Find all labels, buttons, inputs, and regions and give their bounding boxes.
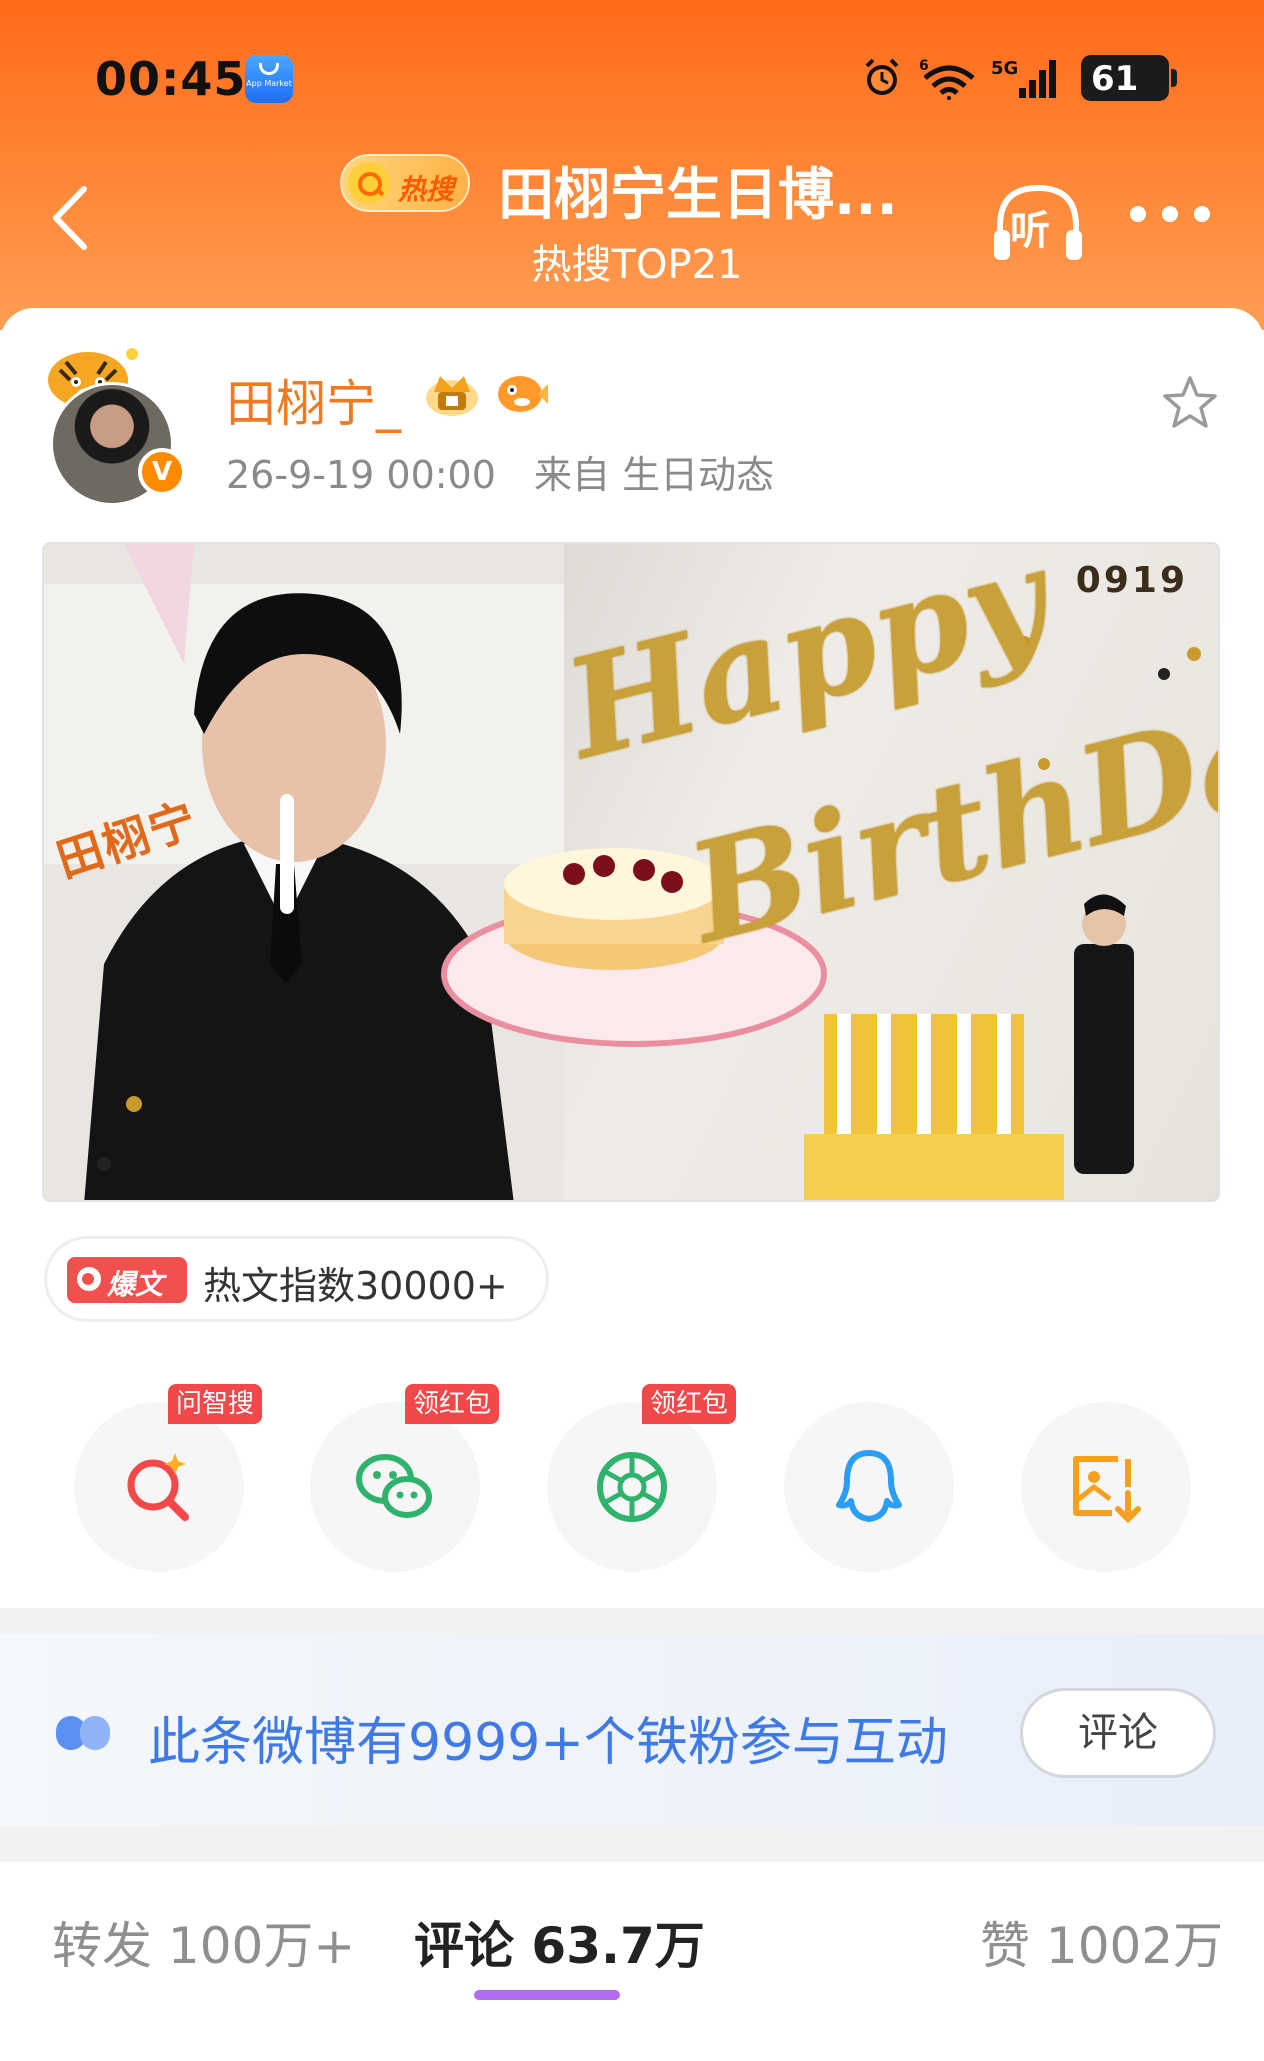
dot-icon bbox=[1194, 206, 1210, 222]
share-tag-wechat: 领红包 bbox=[405, 1384, 500, 1424]
header-bar: 00:45 App Market 6 5G 61 热搜 田栩宁生日博... 热搜… bbox=[0, 0, 1264, 330]
moments-icon bbox=[597, 1452, 667, 1522]
hot-article-index: 热文指数30000+ bbox=[203, 1264, 508, 1308]
signal-5g-icon: 5G bbox=[991, 58, 1056, 98]
user-name[interactable]: 田栩宁_ bbox=[226, 364, 401, 436]
hot-article-badge: 爆文 bbox=[67, 1257, 187, 1303]
post-time: 26-9-19 00:00 bbox=[226, 453, 496, 497]
tab-comment[interactable]: 评论 63.7万 bbox=[414, 1906, 705, 1978]
share-tag-moments: 领红包 bbox=[642, 1384, 737, 1424]
page-title: 田栩宁生日博... bbox=[498, 163, 898, 228]
nav-bar: 热搜 田栩宁生日博... 热搜TOP21 听 bbox=[0, 140, 1264, 290]
svg-text:5G: 5G bbox=[991, 58, 1018, 79]
dot-icon bbox=[1130, 206, 1146, 222]
share-moments-button[interactable] bbox=[547, 1402, 717, 1572]
tab-active-indicator bbox=[474, 1990, 620, 2000]
hot-article-chip[interactable]: 爆文 热文指数30000+ bbox=[44, 1236, 549, 1322]
share-wechat-button[interactable] bbox=[310, 1402, 480, 1572]
svg-text:6: 6 bbox=[919, 58, 929, 74]
battery-indicator: 61 bbox=[1081, 55, 1177, 101]
post-meta: 26-9-19 00:00 来自 生日动态 bbox=[226, 444, 800, 499]
qq-penguin-icon bbox=[836, 1450, 902, 1522]
wechat-icon bbox=[356, 1454, 432, 1518]
status-bar: 00:45 App Market 6 5G 61 bbox=[0, 50, 1264, 110]
flame-icon bbox=[77, 1267, 101, 1291]
app-market-icon: App Market bbox=[245, 55, 293, 103]
verified-badge: V bbox=[138, 448, 186, 496]
fans-interaction-banner: 此条微博有9999+个铁粉参与互动 评论 bbox=[0, 1634, 1264, 1826]
comment-button[interactable]: 评论 bbox=[1020, 1688, 1216, 1778]
dot-icon bbox=[1162, 206, 1178, 222]
search-icon bbox=[348, 162, 390, 204]
fans-text: 此条微博有9999+个铁粉参与互动 bbox=[148, 1713, 948, 1773]
share-row: 问智搜 领红包 领红包 bbox=[0, 1384, 1264, 1572]
save-image-button[interactable] bbox=[1021, 1402, 1191, 1572]
section-divider bbox=[0, 1826, 1264, 1862]
section-divider bbox=[0, 1608, 1264, 1634]
image-date-tag: 0919 bbox=[1075, 560, 1188, 601]
status-time: 00:45 bbox=[95, 52, 247, 106]
crown-badge-icon[interactable] bbox=[420, 368, 484, 418]
hot-search-badge[interactable]: 热搜 bbox=[340, 154, 470, 212]
post-image[interactable]: Happy BirthDay 0919 田栩宁 bbox=[42, 542, 1220, 1202]
listen-button[interactable]: 听 bbox=[990, 180, 1086, 270]
share-ask-search-button[interactable] bbox=[74, 1402, 244, 1572]
wifi-icon: 6 bbox=[919, 58, 975, 100]
more-options-button[interactable] bbox=[1130, 202, 1210, 226]
interaction-tabs: 转发 100万+ 评论 63.7万 赞 1002万 bbox=[0, 1862, 1264, 2061]
ai-search-icon bbox=[127, 1453, 189, 1521]
favorite-star-icon[interactable] bbox=[1160, 374, 1220, 432]
fish-badge-icon[interactable] bbox=[494, 370, 548, 416]
save-image-icon bbox=[1073, 1456, 1141, 1524]
share-tag-ask: 问智搜 bbox=[168, 1384, 263, 1424]
alarm-icon bbox=[865, 58, 899, 95]
fans-icon bbox=[56, 1716, 110, 1750]
share-qq-button[interactable] bbox=[784, 1402, 954, 1572]
post-source[interactable]: 来自 生日动态 bbox=[534, 453, 774, 497]
tab-like[interactable]: 赞 1002万 bbox=[980, 1906, 1223, 1978]
tab-repost[interactable]: 转发 100万+ bbox=[52, 1906, 355, 1978]
